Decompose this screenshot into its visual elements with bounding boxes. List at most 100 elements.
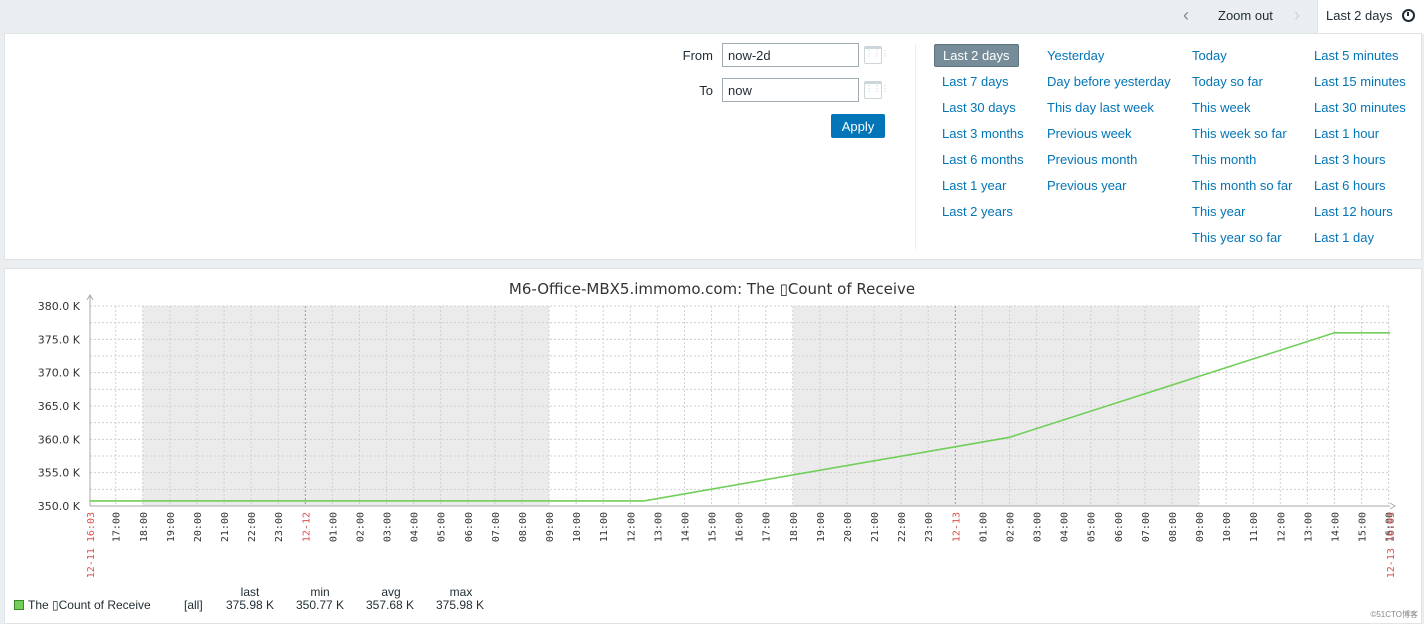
quick-range-link[interactable]: Last 15 minutes: [1314, 74, 1406, 89]
quick-range-link[interactable]: Last 6 months: [942, 152, 1024, 167]
x-tick-label: 06:00: [1114, 512, 1125, 542]
x-tick-label: 07:00: [491, 512, 502, 542]
y-tick-label: 360.0 K: [38, 433, 81, 446]
quick-range-link[interactable]: Last 5 minutes: [1314, 48, 1399, 63]
clock-icon: [1402, 9, 1416, 22]
x-tick-label: 22:00: [897, 512, 908, 542]
x-tick-label: 19:00: [816, 512, 827, 542]
x-tick-label: 13:00: [1303, 512, 1314, 542]
quick-range-link[interactable]: This month so far: [1192, 178, 1292, 193]
quick-range-link[interactable]: Last 1 day: [1314, 230, 1374, 245]
x-tick-label: 02:00: [355, 512, 366, 542]
x-tick-label: 05:00: [437, 512, 448, 542]
x-tick-label: 12-13: [951, 512, 962, 542]
divider: [915, 44, 916, 249]
legend-last-value: 375.98 K: [226, 598, 275, 612]
x-tick-label: 18:00: [789, 512, 800, 542]
x-tick-label: 20:00: [193, 512, 204, 542]
quick-range-link[interactable]: This week: [1192, 100, 1251, 115]
quick-range-link[interactable]: Yesterday: [1047, 48, 1104, 63]
legend-avg-value: 357.68 K: [366, 598, 415, 612]
x-tick-label: 18:00: [139, 512, 150, 542]
x-tick-label: 17:00: [112, 512, 123, 542]
y-tick-label: 355.0 K: [38, 467, 81, 480]
apply-button[interactable]: Apply: [831, 114, 885, 138]
quick-range-link[interactable]: Today so far: [1192, 74, 1263, 89]
x-tick-label: 22:00: [247, 512, 258, 542]
quick-range-link[interactable]: Previous year: [1047, 178, 1126, 193]
zoom-out-button[interactable]: Zoom out: [1218, 0, 1273, 33]
x-axis-arrow: [1389, 502, 1396, 510]
legend-header-max: max: [449, 585, 473, 599]
x-tick-label: 01:00: [978, 512, 989, 542]
to-input[interactable]: [722, 78, 859, 102]
legend-max-value: 375.98 K: [436, 598, 485, 612]
y-tick-label: 365.0 K: [38, 400, 81, 413]
quick-range-link[interactable]: This month: [1192, 152, 1256, 167]
legend-series-name: The ▯Count of Receive: [28, 598, 151, 612]
top-toolbar: ‹ Zoom out › Last 2 days: [0, 0, 1424, 34]
x-tick-label: 05:00: [1087, 512, 1098, 542]
x-tick-label: 12:00: [626, 512, 637, 542]
quick-range-link[interactable]: Last 3 hours: [1314, 152, 1386, 167]
x-tick-label: 08:00: [518, 512, 529, 542]
x-tick-label: 20:00: [843, 512, 854, 542]
legend-header-last: last: [240, 585, 260, 599]
x-tick-label: 15:00: [708, 512, 719, 542]
quick-range-link[interactable]: Last 2 days: [934, 44, 1019, 67]
legend-header-min: min: [310, 585, 330, 599]
x-tick-label: 03:00: [383, 512, 394, 542]
quick-range-link[interactable]: Last 2 years: [942, 204, 1013, 219]
x-tick-label: 23:00: [274, 512, 285, 542]
x-range-label: 12-11 16:03: [86, 512, 97, 578]
quick-range-link[interactable]: Today: [1192, 48, 1227, 63]
x-tick-label: 12-12: [301, 512, 312, 542]
quick-range-link[interactable]: This day last week: [1047, 100, 1154, 115]
x-tick-label: 11:00: [1249, 512, 1260, 542]
x-tick-label: 04:00: [410, 512, 421, 542]
x-tick-label: 10:00: [1222, 512, 1233, 542]
x-tick-label: 19:00: [166, 512, 177, 542]
x-tick-label: 16:00: [735, 512, 746, 542]
chart-title: M6-Office-MBX5.immomo.com: The ▯Count of…: [509, 280, 915, 298]
from-input[interactable]: [722, 43, 859, 67]
y-tick-label: 375.0 K: [38, 333, 81, 346]
y-tick-label: 370.0 K: [38, 367, 81, 380]
y-tick-label: 350.0 K: [38, 500, 81, 513]
quick-range-link[interactable]: Last 1 year: [942, 178, 1006, 193]
to-label: To: [699, 83, 713, 98]
quick-range-link[interactable]: Previous month: [1047, 152, 1137, 167]
x-tick-label: 08:00: [1168, 512, 1179, 542]
x-tick-label: 11:00: [599, 512, 610, 542]
x-tick-label: 06:00: [464, 512, 475, 542]
quick-range-link[interactable]: Last 3 months: [942, 126, 1024, 141]
x-tick-label: 09:00: [1195, 512, 1206, 542]
x-tick-label: 10:00: [572, 512, 583, 542]
active-period-label: Last 2 days: [1326, 8, 1393, 23]
quick-range-link[interactable]: Last 30 days: [942, 100, 1016, 115]
quick-range-link[interactable]: Day before yesterday: [1047, 74, 1171, 89]
quick-range-link[interactable]: This year: [1192, 204, 1245, 219]
quick-range-link[interactable]: This year so far: [1192, 230, 1282, 245]
quick-range-link[interactable]: This week so far: [1192, 126, 1287, 141]
legend-header-avg: avg: [381, 585, 401, 599]
calendar-icon[interactable]: ⋮⋮⋮: [864, 81, 889, 99]
quick-range-link[interactable]: Previous week: [1047, 126, 1132, 141]
x-tick-label: 14:00: [680, 512, 691, 542]
legend-item: The ▯Count of Receive: [14, 598, 151, 612]
quick-range-link[interactable]: Last 12 hours: [1314, 204, 1393, 219]
x-tick-label: 13:00: [653, 512, 664, 542]
graph: 350.0 K 355.0 K 360.0 K 365.0 K 370.0 K 375.0…: [38, 280, 1397, 578]
quick-range-link[interactable]: Last 1 hour: [1314, 126, 1379, 141]
quick-range-link[interactable]: Last 6 hours: [1314, 178, 1386, 193]
x-tick-label: 21:00: [870, 512, 881, 542]
time-period-tab[interactable]: Last 2 days: [1317, 0, 1424, 34]
calendar-icon[interactable]: ⋮⋮⋮: [864, 46, 889, 64]
quick-range-link[interactable]: Last 7 days: [942, 74, 1009, 89]
x-tick-label: 03:00: [1033, 512, 1044, 542]
chevron-right-icon[interactable]: ›: [1294, 0, 1300, 33]
chevron-left-icon[interactable]: ‹: [1183, 0, 1189, 33]
quick-range-link[interactable]: Last 30 minutes: [1314, 100, 1406, 115]
time-filter-panel: From ⋮⋮⋮ To ⋮⋮⋮ Apply Last 2 days Last 7 …: [4, 33, 1422, 260]
legend-function: [all]: [184, 598, 203, 612]
